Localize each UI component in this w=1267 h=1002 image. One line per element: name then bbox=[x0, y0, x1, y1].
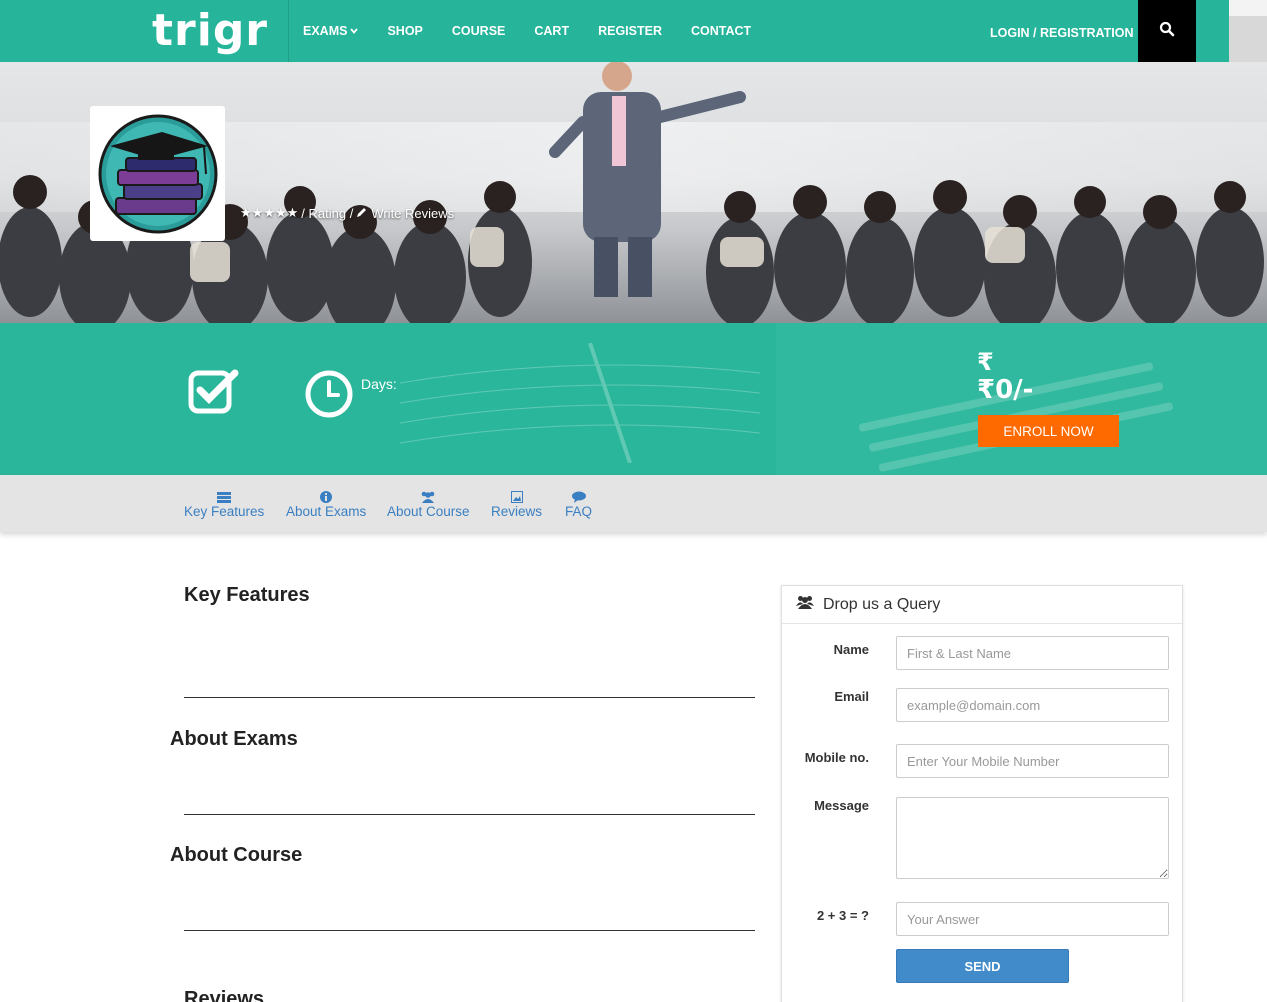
nav-item-cart[interactable]: CART bbox=[534, 24, 569, 38]
star-icon: ★ bbox=[251, 205, 264, 220]
message-field[interactable] bbox=[896, 797, 1169, 879]
hero-banner: ★★★★★ / Rating / Write Reviews bbox=[0, 62, 1267, 323]
comment-icon bbox=[571, 487, 586, 503]
pencil-icon bbox=[356, 206, 368, 221]
nav-item-contact[interactable]: CONTACT bbox=[691, 24, 751, 38]
login-registration-link[interactable]: LOGIN / REGISTRATION bbox=[990, 26, 1134, 40]
star-rating[interactable]: ★★★★★ bbox=[240, 205, 298, 221]
message-label: Message bbox=[814, 798, 869, 813]
email-label: Email bbox=[834, 689, 869, 704]
write-reviews-link[interactable]: Write Reviews bbox=[371, 206, 454, 221]
enroll-now-button[interactable]: ENROLL NOW bbox=[978, 415, 1119, 447]
rating-label: / Rating / bbox=[301, 205, 354, 221]
section-title-key-features: Key Features bbox=[184, 584, 310, 606]
course-price: ₹0/- bbox=[977, 375, 1034, 405]
nav-item-shop[interactable]: SHOP bbox=[387, 24, 422, 38]
section-divider bbox=[184, 697, 755, 698]
section-tabs: Key Features About Exams About Course Re… bbox=[0, 475, 1267, 532]
star-icon: ★ bbox=[274, 205, 287, 220]
graduation-books-icon bbox=[98, 114, 217, 233]
image-icon bbox=[510, 487, 523, 503]
search-icon bbox=[1159, 21, 1175, 42]
info-icon bbox=[320, 487, 333, 503]
course-logo bbox=[90, 106, 225, 241]
star-icon: ★ bbox=[286, 205, 299, 220]
nav-item-register[interactable]: REGISTER bbox=[598, 24, 662, 38]
nav-item-exams[interactable]: EXAMS bbox=[303, 24, 359, 38]
query-form-title: Drop us a Query bbox=[823, 595, 941, 613]
navbar-divider bbox=[288, 0, 289, 62]
chevron-down-icon bbox=[350, 26, 359, 36]
tab-key-features[interactable]: Key Features bbox=[184, 487, 264, 519]
section-divider bbox=[184, 814, 755, 815]
nav-item-course[interactable]: COURSE bbox=[452, 24, 505, 38]
email-field[interactable] bbox=[896, 688, 1169, 722]
tab-about-exams[interactable]: About Exams bbox=[286, 487, 366, 519]
send-button[interactable]: SEND bbox=[896, 949, 1069, 983]
duration-days-label: Days: bbox=[361, 376, 397, 392]
users-icon bbox=[420, 487, 436, 503]
main-menu: EXAMS SHOP COURSE CART REGISTER CONTACT bbox=[303, 0, 780, 62]
band-decoration bbox=[400, 343, 760, 463]
course-info-band: Days: ₹ ₹0/- ENROLL NOW bbox=[0, 323, 1267, 475]
tab-reviews[interactable]: Reviews bbox=[491, 487, 542, 519]
tab-label: Key Features bbox=[184, 504, 265, 519]
users-icon bbox=[796, 595, 814, 614]
star-icon: ★ bbox=[240, 205, 252, 220]
section-title-about-exams: About Exams bbox=[170, 728, 298, 750]
currency-symbol: ₹ bbox=[977, 348, 994, 376]
section-title-reviews: Reviews bbox=[184, 988, 265, 1002]
mobile-label: Mobile no. bbox=[804, 750, 869, 765]
tab-label: FAQ bbox=[565, 504, 593, 519]
list-icon bbox=[217, 487, 232, 503]
rating-row: ★★★★★ / Rating / Write Reviews bbox=[240, 205, 454, 221]
star-icon: ★ bbox=[263, 205, 275, 220]
section-title-about-course: About Course bbox=[170, 844, 303, 866]
search-button[interactable] bbox=[1138, 0, 1196, 62]
tab-label: About Exams bbox=[286, 504, 367, 519]
captcha-answer-field[interactable] bbox=[896, 902, 1169, 936]
mobile-field[interactable] bbox=[896, 744, 1169, 778]
site-logo[interactable]: trigr bbox=[152, 5, 268, 56]
nav-item-exams-label: EXAMS bbox=[303, 24, 348, 38]
name-label: Name bbox=[833, 642, 869, 657]
check-square-icon bbox=[188, 368, 240, 419]
page-scroll-edge bbox=[1229, 0, 1267, 62]
captcha-label: 2 + 3 = ? bbox=[816, 908, 869, 923]
name-field[interactable] bbox=[896, 636, 1169, 670]
tab-label: Reviews bbox=[491, 504, 543, 519]
tab-label: About Course bbox=[387, 504, 470, 519]
section-divider bbox=[184, 930, 755, 931]
page: trigr EXAMS SHOP COURSE CART REGISTER CO… bbox=[0, 0, 1267, 1002]
tab-faq[interactable]: FAQ bbox=[565, 487, 592, 519]
query-form-header: Drop us a Query bbox=[782, 586, 1182, 624]
top-navbar: trigr EXAMS SHOP COURSE CART REGISTER CO… bbox=[0, 0, 1229, 62]
clock-icon bbox=[305, 370, 353, 423]
tab-about-course[interactable]: About Course bbox=[387, 487, 470, 519]
